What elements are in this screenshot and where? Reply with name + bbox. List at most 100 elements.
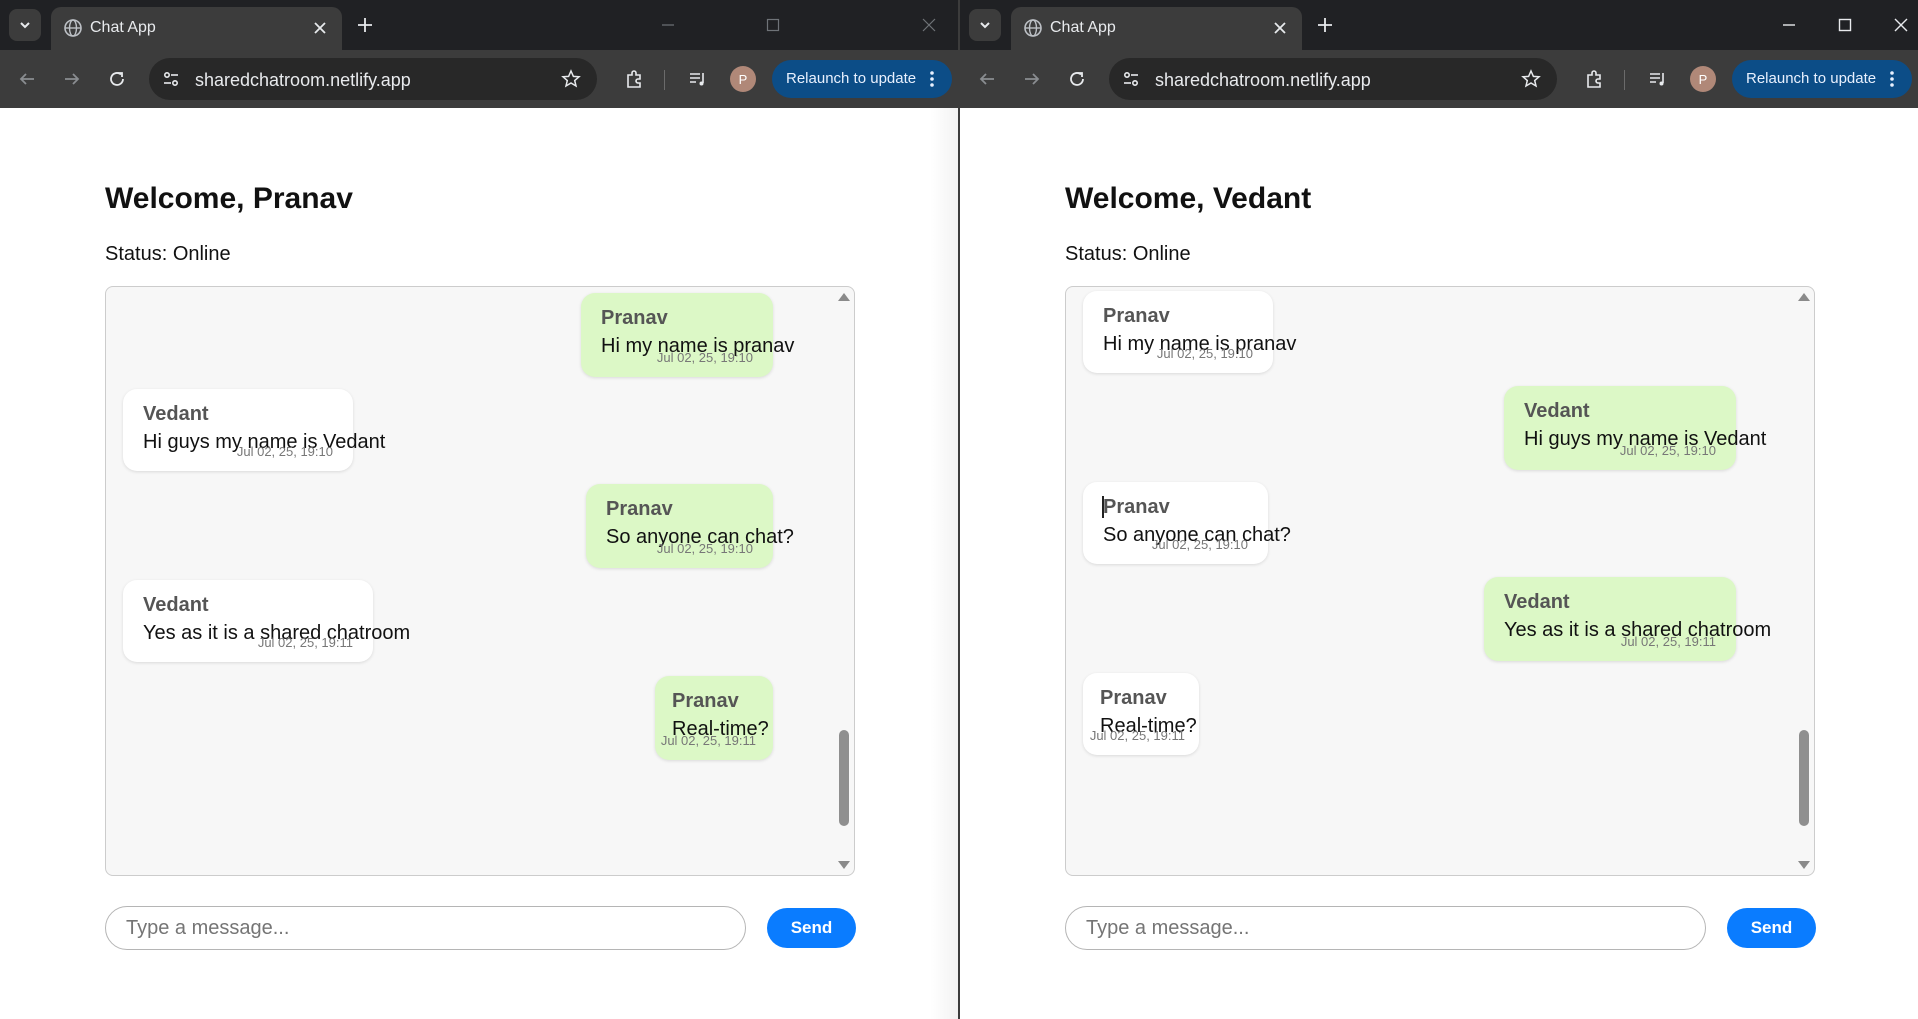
browser-window-vedant: Chat App sharedchatroom.netlify.app P Re…: [960, 0, 1918, 1019]
message-bubble: Pranav Hi my name is pranav Jul 02, 25, …: [581, 293, 794, 377]
music-queue-icon: [690, 73, 704, 86]
globe-icon: [1024, 19, 1042, 37]
chat-page: Welcome, Pranav Status: Online Pranav Hi…: [0, 108, 958, 1019]
maximize-button[interactable]: [760, 12, 786, 38]
scrollbar-thumb[interactable]: [1799, 730, 1809, 826]
more-vert-icon[interactable]: [922, 69, 942, 89]
toolbar-separator: [1624, 70, 1625, 90]
tab-search-button[interactable]: [969, 9, 1001, 41]
reload-button[interactable]: [102, 64, 132, 94]
message-bubble: Pranav So anyone can chat? Jul 02, 25, 1…: [586, 484, 794, 568]
relaunch-label: Relaunch to update: [786, 70, 917, 87]
address-bar[interactable]: sharedchatroom.netlify.app: [1109, 58, 1557, 100]
scrollbar-thumb[interactable]: [839, 730, 849, 826]
message-timestamp: Jul 02, 25, 19:10: [1156, 346, 1253, 361]
message-timestamp: Jul 02, 25, 19:10: [656, 541, 753, 556]
maximize-button[interactable]: [1832, 12, 1858, 38]
extensions-button[interactable]: [1579, 64, 1609, 94]
window-close-button[interactable]: [916, 12, 942, 38]
new-tab-button[interactable]: [1312, 12, 1338, 38]
message-bubble: Pranav Real-time? Jul 02, 25, 19:11: [1083, 673, 1199, 755]
message-timestamp: Jul 02, 25, 19:10: [1619, 443, 1716, 458]
arrow-left-icon: [19, 73, 34, 85]
relaunch-button[interactable]: Relaunch to update: [772, 60, 952, 98]
relaunch-button[interactable]: Relaunch to update: [1732, 60, 1912, 98]
tab-chat-app[interactable]: Chat App: [51, 7, 342, 50]
scroll-up-arrow[interactable]: [1798, 293, 1810, 301]
reload-icon: [1070, 72, 1084, 86]
maximize-icon: [1838, 18, 1852, 32]
music-queue-icon: [1650, 73, 1664, 86]
browser-toolbar: sharedchatroom.netlify.app P Relaunch to…: [960, 50, 1918, 108]
plus-icon: [1318, 18, 1332, 32]
extensions-button[interactable]: [619, 64, 649, 94]
scroll-up-arrow[interactable]: [838, 293, 850, 301]
chat-messages[interactable]: Pranav Hi my name is pranav Jul 02, 25, …: [105, 286, 855, 876]
tab-search-button[interactable]: [9, 9, 41, 41]
message-input[interactable]: [105, 906, 746, 950]
star-icon[interactable]: [561, 69, 581, 89]
close-icon: [1894, 18, 1908, 32]
tab-chat-app[interactable]: Chat App: [1011, 7, 1302, 50]
chevron-down-icon: [980, 22, 990, 29]
reload-button[interactable]: [1062, 64, 1092, 94]
status-text: Status: Online: [1065, 243, 1191, 265]
url-text: sharedchatroom.netlify.app: [1155, 70, 1371, 90]
address-bar[interactable]: sharedchatroom.netlify.app: [149, 58, 597, 100]
close-icon: [314, 22, 326, 34]
window-edge-shadow: [930, 108, 958, 1019]
star-icon[interactable]: [1521, 69, 1541, 89]
tab-title: Chat App: [90, 19, 156, 36]
minimize-button[interactable]: [1776, 12, 1802, 38]
profile-avatar[interactable]: P: [1690, 66, 1716, 92]
scroll-down-arrow[interactable]: [838, 861, 850, 869]
welcome-heading: Welcome, Pranav: [105, 182, 353, 215]
media-controls-button[interactable]: [1643, 64, 1673, 94]
message-input[interactable]: [1065, 906, 1706, 950]
plus-icon: [358, 18, 372, 32]
message-bubble: Vedant Hi guys my name is Vedant Jul 02,…: [123, 389, 385, 471]
chat-page: Welcome, Vedant Status: Online Pranav Hi…: [960, 108, 1918, 1019]
browser-window-pranav: Chat App sharedchatroom.netlify.app P Re…: [0, 0, 958, 1019]
tab-strip: Chat App: [960, 0, 1918, 50]
send-button[interactable]: Send: [767, 908, 856, 948]
tab-close-button[interactable]: [1270, 18, 1290, 38]
welcome-heading: Welcome, Vedant: [1065, 182, 1312, 215]
message-sender: Pranav: [1100, 687, 1167, 709]
status-text: Status: Online: [105, 243, 231, 265]
more-vert-icon[interactable]: [1882, 69, 1902, 89]
profile-avatar[interactable]: P: [730, 66, 756, 92]
minimize-button[interactable]: [655, 12, 681, 38]
message-sender: Pranav: [672, 690, 739, 712]
arrow-right-icon: [65, 73, 80, 85]
url-text: sharedchatroom.netlify.app: [195, 70, 411, 90]
back-button[interactable]: [972, 64, 1002, 94]
puzzle-icon: [627, 70, 641, 88]
close-icon: [922, 18, 936, 32]
arrow-right-icon: [1025, 73, 1040, 85]
puzzle-icon: [1587, 70, 1601, 88]
forward-button[interactable]: [1017, 64, 1047, 94]
close-icon: [1274, 22, 1286, 34]
scroll-down-arrow[interactable]: [1798, 861, 1810, 869]
message-sender: Pranav: [606, 498, 673, 520]
new-tab-button[interactable]: [352, 12, 378, 38]
minimize-icon: [662, 24, 674, 26]
window-close-button[interactable]: [1888, 12, 1914, 38]
site-settings-icon[interactable]: [161, 69, 181, 89]
media-controls-button[interactable]: [683, 64, 713, 94]
send-button[interactable]: Send: [1727, 908, 1816, 948]
chat-messages[interactable]: Pranav Hi my name is pranav Jul 02, 25, …: [1065, 286, 1815, 876]
browser-toolbar: sharedchatroom.netlify.app P Relaunch to…: [0, 50, 958, 108]
message-timestamp: Jul 02, 25, 19:10: [236, 444, 333, 459]
forward-button[interactable]: [57, 64, 87, 94]
site-settings-icon[interactable]: [1121, 69, 1141, 89]
tab-close-button[interactable]: [310, 18, 330, 38]
back-button[interactable]: [12, 64, 42, 94]
message-sender: Vedant: [1504, 591, 1570, 613]
message-sender: Vedant: [143, 594, 209, 616]
message-bubble: Vedant Hi guys my name is Vedant Jul 02,…: [1504, 386, 1766, 470]
message-bubble: Vedant Yes as it is a shared chatroom Ju…: [1484, 577, 1771, 661]
maximize-icon: [766, 18, 780, 32]
reload-icon: [110, 72, 124, 86]
